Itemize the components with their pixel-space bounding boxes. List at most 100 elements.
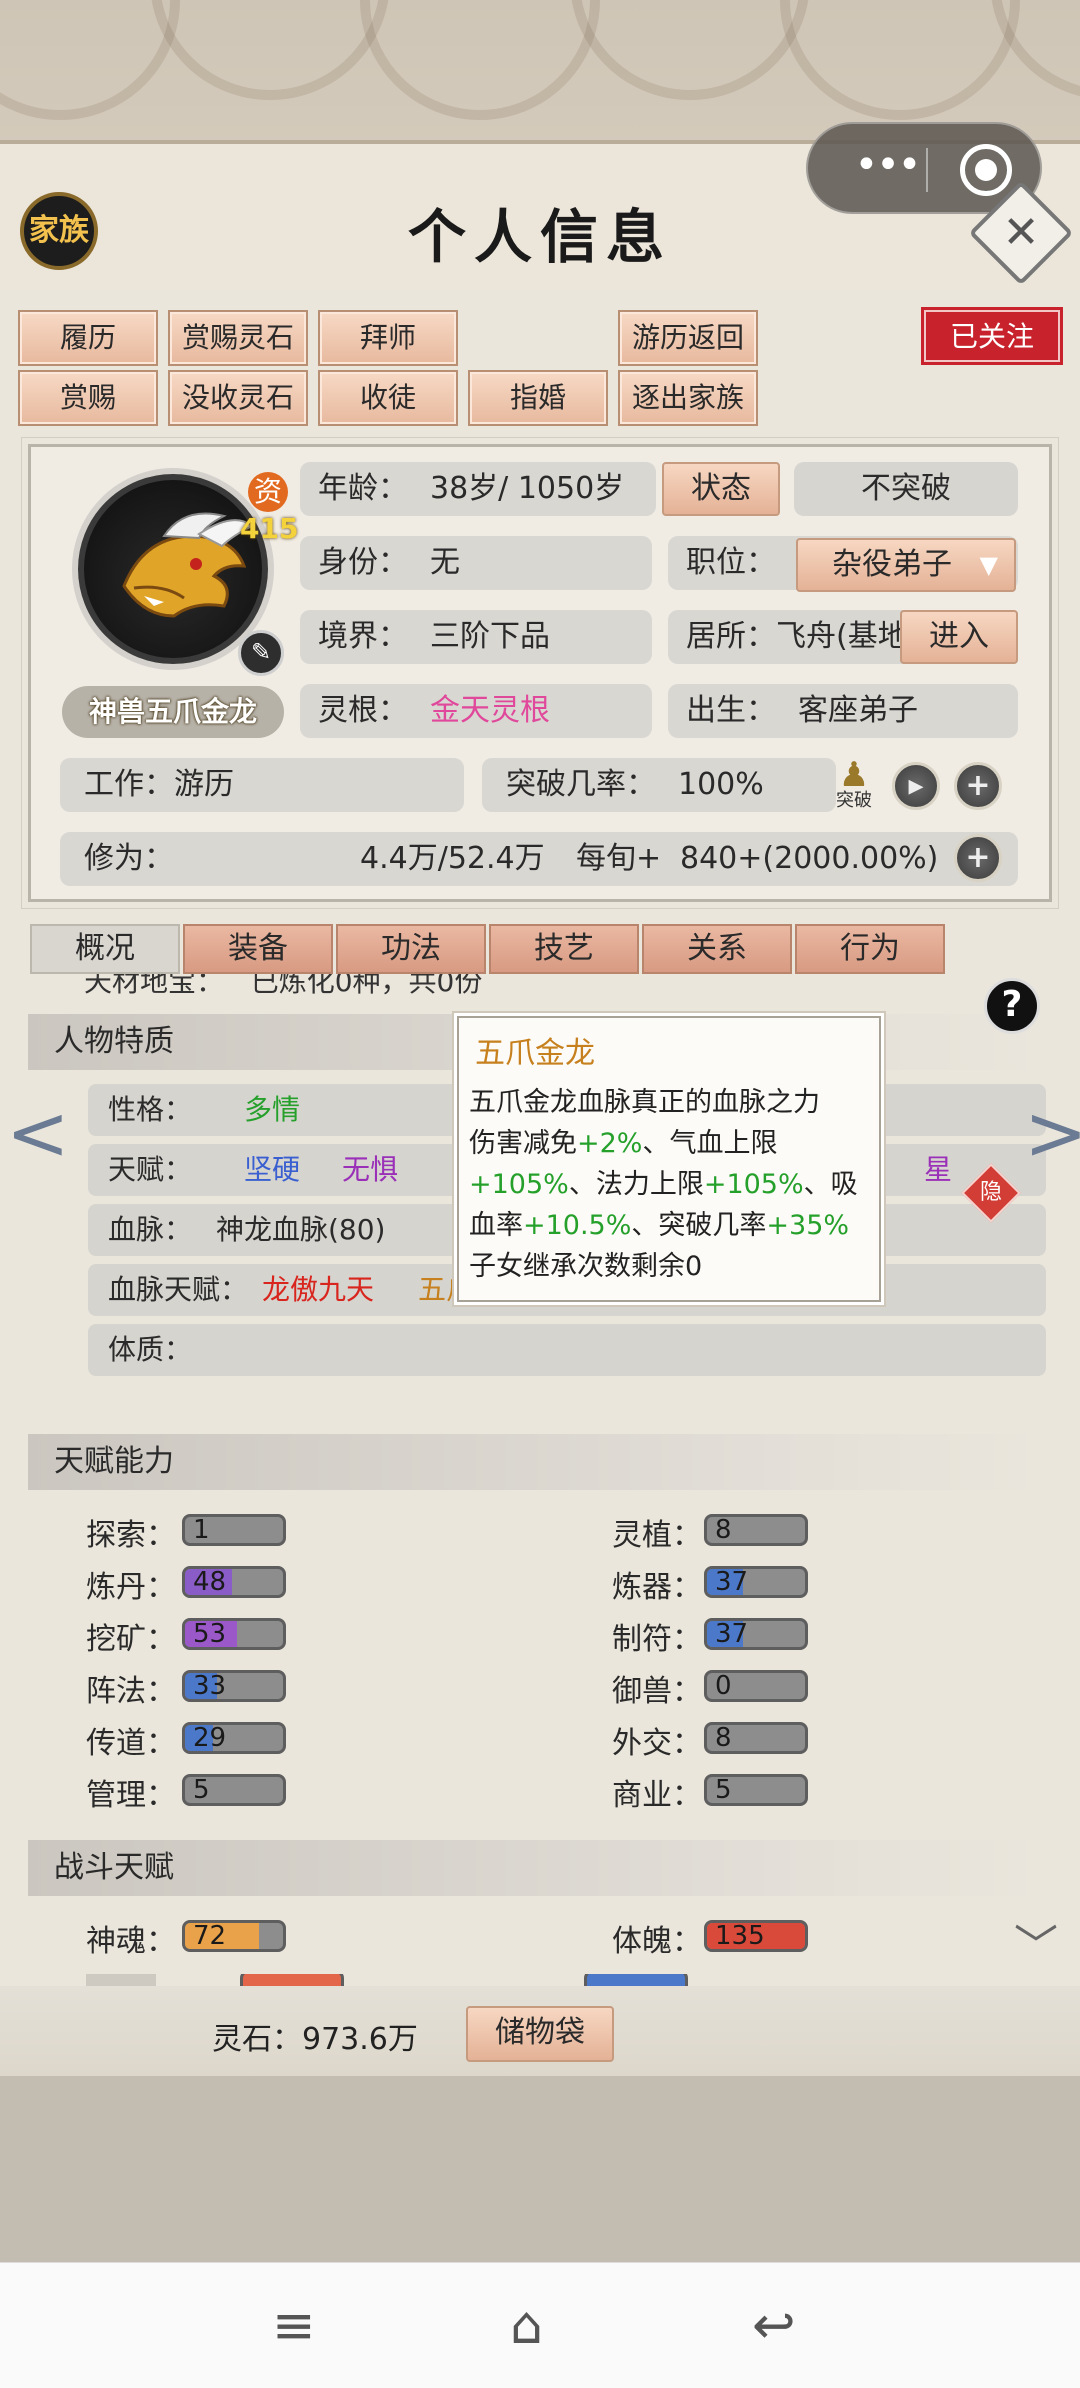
realm-field: 境界： 三阶下品 bbox=[300, 610, 652, 664]
birth-field: 出生： 客座弟子 bbox=[668, 684, 1018, 738]
reward-lingshi-button[interactable]: 赏赐灵石 bbox=[168, 310, 308, 366]
personality-value: 多情 bbox=[244, 1093, 301, 1126]
stat-bar: 37 bbox=[704, 1618, 808, 1650]
position-value: 杂役弟子 bbox=[832, 547, 952, 582]
capsule-divider bbox=[926, 148, 928, 192]
stat-value: 37 bbox=[715, 1619, 749, 1649]
stat-bar: 1 bbox=[182, 1514, 286, 1546]
stat-bar: 5 bbox=[182, 1774, 286, 1806]
stat-value: 0 bbox=[715, 1671, 732, 1701]
residence-label: 居所： bbox=[686, 619, 776, 654]
plus-icon[interactable]: + bbox=[954, 762, 1002, 810]
tab-crafts[interactable]: 技艺 bbox=[489, 924, 639, 974]
position-select[interactable]: 杂役弟子 ▼ bbox=[796, 538, 1016, 592]
stat-value: 1 bbox=[193, 1515, 210, 1545]
help-icon[interactable]: ? bbox=[984, 978, 1040, 1034]
talent-value: 星 bbox=[924, 1153, 953, 1186]
age-label: 年龄： bbox=[318, 471, 408, 506]
expel-button[interactable]: 逐出家族 bbox=[618, 370, 758, 426]
tooltip-line: 伤害减免+2%、气血上限 bbox=[469, 1128, 778, 1159]
no-breakthrough-button[interactable]: 不突破 bbox=[794, 462, 1018, 516]
stat-label: 炼器： bbox=[612, 1570, 702, 1605]
root-value: 金天灵根 bbox=[430, 693, 550, 728]
realm-label: 境界： bbox=[318, 619, 408, 654]
next-arrow-icon[interactable]: > bbox=[1024, 1088, 1080, 1177]
stat-bar: 33 bbox=[182, 1670, 286, 1702]
follow-button[interactable]: 已关注 bbox=[924, 310, 1060, 362]
travel-return-button[interactable]: 游历返回 bbox=[618, 310, 758, 366]
breakthrough-icon[interactable]: ♟ 突破 bbox=[826, 758, 882, 814]
stat-bar: 48 bbox=[182, 1566, 286, 1598]
per-turn-value: 840+(2000.00%) bbox=[680, 841, 939, 876]
confiscate-lingshi-button[interactable]: 没收灵石 bbox=[168, 370, 308, 426]
birth-label: 出生： bbox=[686, 693, 776, 728]
physique-row: 体质： bbox=[88, 1324, 1046, 1376]
back-icon[interactable]: ↩ bbox=[752, 2296, 796, 2356]
lower-background bbox=[0, 2076, 1080, 2262]
stat-label: 商业： bbox=[612, 1778, 702, 1813]
age-field: 年龄： 38岁/ 1050岁 bbox=[300, 462, 656, 516]
enter-button[interactable]: 进入 bbox=[900, 610, 1018, 664]
status-button[interactable]: 状态 bbox=[662, 462, 780, 516]
stat-value: 135 bbox=[715, 1921, 765, 1951]
plus-icon[interactable]: + bbox=[954, 834, 1002, 882]
storage-bag-button[interactable]: 储物袋 bbox=[466, 2006, 614, 2062]
home-icon[interactable]: ⌂ bbox=[510, 2296, 543, 2356]
per-turn-label: 每旬+ bbox=[576, 841, 662, 876]
previous-arrow-icon[interactable]: < bbox=[6, 1088, 70, 1177]
reward-button[interactable]: 赏赐 bbox=[18, 370, 158, 426]
tab-equipment[interactable]: 装备 bbox=[183, 924, 333, 974]
tab-behavior[interactable]: 行为 bbox=[795, 924, 945, 974]
take-disciple-button[interactable]: 收徒 bbox=[318, 370, 458, 426]
stat-value: 29 bbox=[193, 1723, 227, 1753]
cultivation-label: 修为： bbox=[84, 841, 174, 876]
birth-value: 客座弟子 bbox=[798, 693, 918, 728]
stat-label: 外交： bbox=[612, 1726, 702, 1761]
aptitude-value: 415 bbox=[240, 512, 299, 545]
edit-icon[interactable]: ✎ bbox=[238, 630, 284, 676]
residence-value: 飞舟(基地 bbox=[776, 619, 908, 654]
target-icon[interactable] bbox=[960, 144, 1012, 196]
breakthrough-field: 突破几率： 100% bbox=[482, 758, 836, 812]
family-button[interactable]: 家族 bbox=[20, 192, 98, 270]
identity-label: 身份： bbox=[318, 545, 408, 580]
tooltip-line: 子女继承次数剩余0 bbox=[469, 1251, 703, 1282]
character-name[interactable]: 神兽五爪金龙 bbox=[62, 686, 284, 738]
identity-value: 无 bbox=[430, 545, 460, 580]
tab-overview[interactable]: 概况 bbox=[30, 924, 180, 974]
stat-value: 8 bbox=[715, 1723, 732, 1753]
age-value: 38岁/ 1050岁 bbox=[430, 471, 625, 506]
stat-label: 制符： bbox=[612, 1622, 702, 1657]
work-field: 工作：游历 bbox=[60, 758, 464, 812]
stat-value: 53 bbox=[193, 1619, 227, 1649]
stat-label: 御兽： bbox=[612, 1674, 702, 1709]
menu-icon[interactable]: ≡ bbox=[272, 2296, 316, 2356]
stat-value: 5 bbox=[193, 1775, 210, 1805]
scroll-down-icon[interactable]: ﹀ bbox=[1014, 1910, 1058, 1974]
history-button[interactable]: 履历 bbox=[18, 310, 158, 366]
stat-value: 48 bbox=[193, 1567, 227, 1597]
tab-skills[interactable]: 功法 bbox=[336, 924, 486, 974]
position-label: 职位： bbox=[686, 545, 776, 580]
stat-bar: 135 bbox=[704, 1920, 808, 1952]
stat-label: 神魂： bbox=[86, 1924, 176, 1959]
stat-bar: 8 bbox=[704, 1514, 808, 1546]
more-dots-icon[interactable]: ••• bbox=[842, 145, 932, 188]
root-label: 灵根： bbox=[318, 693, 408, 728]
stat-label: 体魄： bbox=[612, 1924, 702, 1959]
abilities-section-title: 天赋能力 bbox=[28, 1434, 1050, 1490]
identity-field: 身份： 无 bbox=[300, 536, 652, 590]
tab-relations[interactable]: 关系 bbox=[642, 924, 792, 974]
aptitude-badge: 资 415 bbox=[240, 472, 299, 552]
play-icon[interactable]: ▸ bbox=[892, 762, 940, 810]
stat-value: 5 bbox=[715, 1775, 732, 1805]
arrange-marriage-button[interactable]: 指婚 bbox=[468, 370, 608, 426]
stat-label: 管理： bbox=[86, 1778, 176, 1813]
breakthrough-value: 100% bbox=[678, 767, 764, 802]
tooltip-title: 五爪金龙 bbox=[475, 1036, 595, 1071]
stat-label: 挖矿： bbox=[86, 1622, 176, 1657]
dragon-portrait bbox=[122, 512, 254, 618]
bloodline-talent-value[interactable]: 龙傲九天 bbox=[262, 1264, 374, 1316]
take-master-button[interactable]: 拜师 bbox=[318, 310, 458, 366]
stat-bar: 0 bbox=[704, 1670, 808, 1702]
